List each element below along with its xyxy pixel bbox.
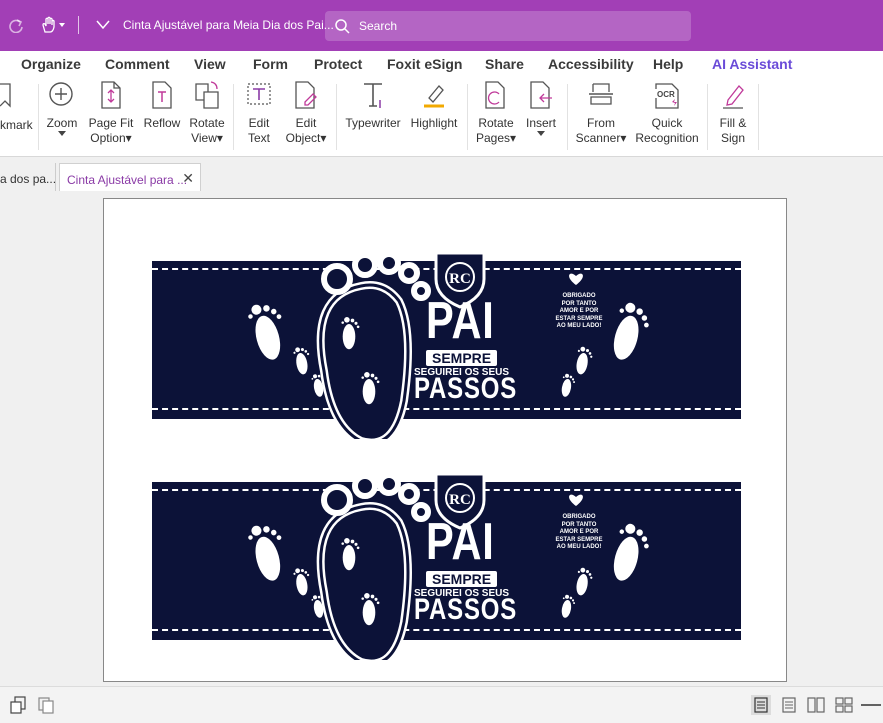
insert-button[interactable]: Insert (522, 80, 560, 150)
status-bar (0, 686, 883, 723)
edit-object-button[interactable]: Edit Object▾ (283, 80, 329, 150)
ribbon-separator (336, 84, 337, 150)
highlight-icon (424, 85, 444, 108)
sempre-label: SEMPRE (426, 350, 498, 366)
close-tab-icon[interactable]: ✕ (182, 170, 194, 187)
typewriter-icon (364, 83, 382, 108)
continuous-view-icon[interactable] (779, 695, 799, 715)
quick-recognition-label: Quick Recognition (635, 116, 699, 145)
svg-text:RC: RC (449, 492, 471, 508)
fill-sign-label: Fill & Sign (719, 116, 747, 145)
from-scanner-label: From Scanner▾ (575, 116, 627, 145)
title-separator (78, 16, 79, 34)
fill-sign-icon (723, 85, 744, 109)
insert-label: Insert (525, 116, 556, 130)
rotate-view-label: Rotate View▾ (189, 116, 225, 145)
document-work-area[interactable]: RC PAI SEMPRE SEGUIREI OS SEUS PASSOS OB… (0, 191, 883, 686)
single-page-view-icon[interactable] (751, 695, 771, 715)
fill-sign-button[interactable]: Fill & Sign (714, 80, 752, 150)
extract-page-icon[interactable] (8, 695, 28, 715)
menu-share[interactable]: Share (485, 56, 524, 72)
menu-form[interactable]: Form (253, 56, 288, 72)
menu-organize[interactable]: Organize (21, 56, 81, 72)
zoom-button[interactable]: Zoom (43, 80, 81, 150)
chevron-down-icon (537, 131, 545, 136)
edit-text-icon (247, 83, 271, 105)
ribbon-separator (467, 84, 468, 150)
highlight-label: Highlight (410, 116, 458, 130)
document-tab-bar: a dos pa... Cinta Ajustável para ... ✕ (0, 157, 883, 191)
edit-text-label: Edit Text (247, 116, 270, 145)
ribbon-separator (38, 84, 39, 150)
menu-bar: Organize Comment View Form Protect Foxit… (0, 51, 883, 78)
rotate-view-icon (195, 81, 219, 109)
pai-heading: PAI (426, 292, 495, 350)
typewriter-label: Typewriter (345, 116, 401, 130)
zoom-label: Zoom (46, 116, 78, 130)
ribbon-toolbar: kmark Zoom Page Fit Option▾ Reflow Rotate… (0, 78, 883, 157)
edit-object-icon (295, 81, 317, 109)
pdf-page: RC PAI SEMPRE SEGUIREI OS SEUS PASSOS OB… (103, 198, 787, 682)
rotate-view-button[interactable]: Rotate View▾ (187, 80, 227, 150)
title-bar: Cinta Ajustável para Meia Dia dos Pai...… (0, 0, 883, 51)
dropdown-icon[interactable] (94, 14, 112, 36)
chevron-down-icon (58, 131, 66, 136)
ocr-icon: OCR (655, 83, 679, 109)
from-scanner-button[interactable]: From Scanner▾ (574, 80, 628, 150)
page-fit-option-button[interactable]: Page Fit Option▾ (88, 80, 134, 150)
search-icon (335, 19, 350, 34)
continuous-facing-view-icon[interactable] (834, 695, 854, 715)
ribbon-separator (758, 84, 759, 150)
menu-help[interactable]: Help (653, 56, 683, 72)
facing-view-icon[interactable] (806, 695, 826, 715)
search-box[interactable]: Search (325, 11, 691, 41)
bookmark-icon (0, 83, 11, 108)
hand-tool-icon[interactable] (38, 14, 68, 36)
document-title: Cinta Ajustável para Meia Dia dos Pai... (123, 18, 334, 32)
thank-you-message: OBRIGADO POR TANTO AMOR E POR ESTAR SEMPRE A… (555, 514, 603, 550)
reflow-icon (152, 81, 172, 109)
page-view-icon[interactable] (36, 695, 56, 715)
tab-active-document[interactable]: Cinta Ajustável para ... ✕ (59, 163, 201, 191)
passos-text: PASSOS (414, 372, 518, 405)
menu-foxit-esign[interactable]: Foxit eSign (387, 56, 462, 72)
reflow-label: Reflow (143, 116, 181, 130)
quick-recognition-button[interactable]: OCR Quick Recognition (633, 80, 701, 150)
rotate-pages-label: Rotate Pages▾ (475, 116, 517, 145)
bookmark-label: kmark (0, 118, 33, 132)
highlight-button[interactable]: Highlight (407, 80, 461, 150)
edit-text-button[interactable]: Edit Text (242, 80, 276, 150)
insert-icon (530, 81, 552, 109)
search-input[interactable]: Search (359, 19, 397, 33)
menu-view[interactable]: View (194, 56, 226, 72)
menu-protect[interactable]: Protect (314, 56, 362, 72)
ribbon-separator (233, 84, 234, 150)
tab-active-label: Cinta Ajustável para ... (67, 173, 188, 187)
pai-heading: PAI (426, 513, 495, 571)
redo-icon[interactable] (6, 14, 26, 36)
menu-ai-assistant[interactable]: AI Assistant (712, 56, 792, 72)
reflow-button[interactable]: Reflow (142, 80, 182, 150)
tab-inactive-document[interactable]: a dos pa... (0, 163, 56, 191)
ribbon-separator (707, 84, 708, 150)
page-fit-icon (101, 81, 121, 109)
svg-text:RC: RC (449, 271, 471, 287)
menu-accessibility[interactable]: Accessibility (548, 56, 634, 72)
zoom-icon (49, 82, 73, 106)
zoom-out-icon[interactable] (860, 695, 882, 715)
typewriter-button[interactable]: Typewriter (344, 80, 402, 150)
ocr-badge: OCR (657, 90, 675, 99)
bookmark-button[interactable]: kmark (0, 80, 33, 150)
scanner-icon (589, 83, 613, 105)
menu-comment[interactable]: Comment (105, 56, 170, 72)
passos-text: PASSOS (414, 593, 518, 626)
rotate-pages-button[interactable]: Rotate Pages▾ (475, 80, 517, 150)
ribbon-separator (567, 84, 568, 150)
page-fit-label: Page Fit Option▾ (88, 116, 134, 145)
rotate-pages-icon (485, 81, 505, 109)
edit-object-label: Edit Object▾ (285, 116, 327, 145)
sempre-label: SEMPRE (426, 571, 498, 587)
thank-you-message: OBRIGADO POR TANTO AMOR E POR ESTAR SEMPRE A… (555, 293, 603, 329)
